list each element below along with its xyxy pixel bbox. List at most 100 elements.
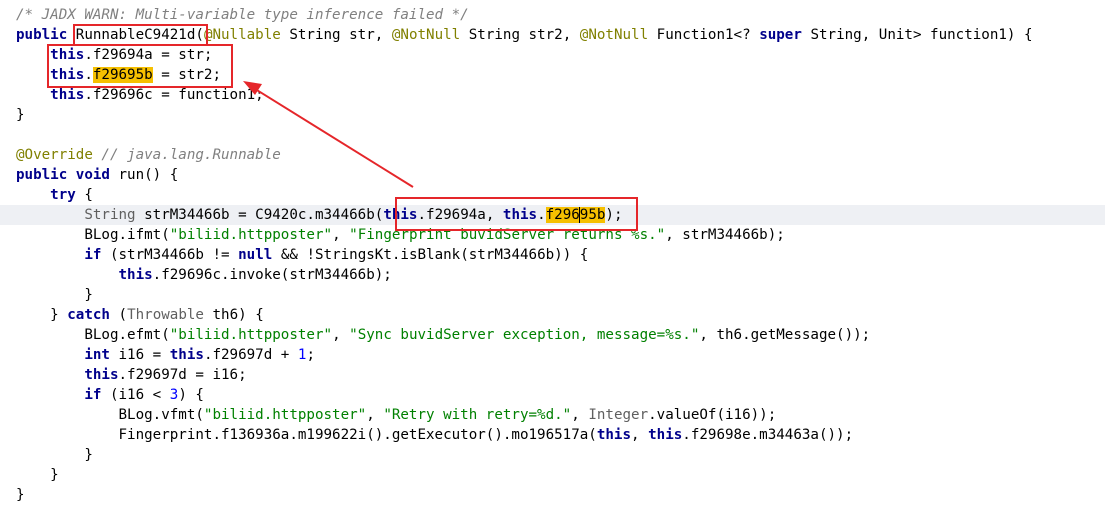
separator: , <box>332 227 350 243</box>
keyword: try <box>50 187 76 203</box>
code-line-8: @Override // java.lang.Runnable <box>0 145 1105 165</box>
statement: , strM34466b); <box>665 227 785 243</box>
condition: ) { <box>178 387 204 403</box>
string-literal: "Retry with retry=%d." <box>383 407 572 423</box>
code-line-2: public RunnableC9421d(@Nullable String s… <box>0 25 1105 45</box>
statement: .f29696c = function1; <box>84 87 264 103</box>
statement: .f29698e.m34463a()); <box>682 427 854 443</box>
keyword: this <box>596 427 632 443</box>
code-line-1: /* JADX WARN: Multi-variable type infere… <box>0 5 1105 25</box>
argument: .f29694a, <box>417 207 503 223</box>
keyword: this <box>84 367 119 383</box>
statement: .f29694a = str; <box>84 47 213 63</box>
statement: .f29697d = i16; <box>118 367 247 383</box>
separator: , <box>332 327 350 343</box>
keyword: this <box>169 347 204 363</box>
warning-comment: /* JADX WARN: Multi-variable type infere… <box>16 7 469 23</box>
keyword: this <box>50 67 85 83</box>
catch-param: th6) { <box>203 307 264 323</box>
string-literal: "Sync buvidServer exception, message=%s.… <box>349 327 700 343</box>
code-line-21: BLog.vfmt("biliid.httpposter", "Retry wi… <box>0 405 1105 425</box>
keyword: catch <box>67 307 110 323</box>
code-line-12: BLog.ifmt("biliid.httpposter", "Fingerpr… <box>0 225 1105 245</box>
string-literal: "Fingerprint buvidServer returns %s." <box>349 227 666 243</box>
string-literal: "biliid.httpposter" <box>169 227 333 243</box>
code-line-19: this.f29697d = i16; <box>0 365 1105 385</box>
param: String str2, <box>460 27 580 43</box>
call: BLog.ifmt( <box>84 227 170 243</box>
keyword: null <box>238 247 273 263</box>
paren: ( <box>195 27 204 43</box>
keyword: this <box>648 427 683 443</box>
code-line-20: if (i16 < 3) { <box>0 385 1105 405</box>
code-line-14: this.f29696c.invoke(strM34466b); <box>0 265 1105 285</box>
statement: i16 = <box>109 347 170 363</box>
brace: } <box>84 287 93 303</box>
field-part: 95b <box>579 207 606 223</box>
semicolon: ; <box>613 207 623 223</box>
separator: , <box>366 407 384 423</box>
highlighted-field[interactable]: f29695b <box>545 207 606 223</box>
keyword: this <box>383 207 418 223</box>
condition: (strM34466b != <box>101 247 239 263</box>
keyword: void <box>75 167 110 183</box>
string-literal: "biliid.httpposter" <box>169 327 333 343</box>
param: String, Unit> function1) { <box>801 27 1033 43</box>
code-line-10: try { <box>0 185 1105 205</box>
keyword: int <box>84 347 110 363</box>
keyword: if <box>84 387 102 403</box>
condition: (i16 < <box>101 387 170 403</box>
condition: && !StringsKt.isBlank(strM34466b)) { <box>272 247 589 263</box>
code-line-11-current: String strM34466b = C9420c.m34466b(this.… <box>0 205 1105 225</box>
param: String str, <box>280 27 392 43</box>
highlighted-field[interactable]: f29695b <box>92 67 153 83</box>
call: BLog.efmt( <box>84 327 170 343</box>
code-line-3: this.f29694a = str; <box>0 45 1105 65</box>
code-line-25: } <box>0 485 1105 505</box>
keyword: public <box>16 167 68 183</box>
dot: . <box>84 67 93 83</box>
method-signature: run() { <box>109 167 179 183</box>
code-editor[interactable]: /* JADX WARN: Multi-variable type infere… <box>0 5 1105 505</box>
brace: } <box>50 467 59 483</box>
keyword: this <box>118 267 153 283</box>
statement: , th6.getMessage()); <box>699 327 871 343</box>
paren: ) <box>605 207 614 223</box>
keyword: this <box>50 87 85 103</box>
code-line-23: } <box>0 445 1105 465</box>
dot: . <box>537 207 546 223</box>
keyword: this <box>502 207 538 223</box>
statement: strM34466b = C9420c.m34466b <box>135 207 375 223</box>
code-line-15: } <box>0 285 1105 305</box>
code-line-9: public void run() { <box>0 165 1105 185</box>
paren: ( <box>109 307 128 323</box>
type: Throwable <box>127 307 204 323</box>
keyword: public <box>16 27 68 43</box>
annotation: @Nullable <box>203 27 281 43</box>
brace: } <box>16 487 25 503</box>
statement: .valueOf(i16)); <box>648 407 777 423</box>
code-line-5: this.f29696c = function1; <box>0 85 1105 105</box>
annotation: @NotNull <box>391 27 461 43</box>
separator: , <box>571 407 589 423</box>
type: Integer <box>588 407 649 423</box>
call: Fingerprint.f136936a.m199622i().getExecu… <box>118 427 597 443</box>
brace: { <box>75 187 93 203</box>
constructor-name[interactable]: RunnableC9421d <box>76 27 196 43</box>
comment: // java.lang.Runnable <box>92 147 281 163</box>
keyword: if <box>84 247 102 263</box>
separator: , <box>631 427 649 443</box>
keyword: this <box>50 47 85 63</box>
statement: .f29696c.invoke(strM34466b); <box>152 267 392 283</box>
brace: } <box>16 107 25 123</box>
code-line-16: } catch (Throwable th6) { <box>0 305 1105 325</box>
string-literal: "biliid.httpposter" <box>203 407 367 423</box>
call: BLog.vfmt( <box>118 407 204 423</box>
keyword: super <box>759 27 802 43</box>
annotation: @NotNull <box>579 27 649 43</box>
code-line-24: } <box>0 465 1105 485</box>
code-line-4: this.f29695b = str2; <box>0 65 1105 85</box>
statement: = str2; <box>152 67 222 83</box>
annotation: @Override <box>16 147 93 163</box>
